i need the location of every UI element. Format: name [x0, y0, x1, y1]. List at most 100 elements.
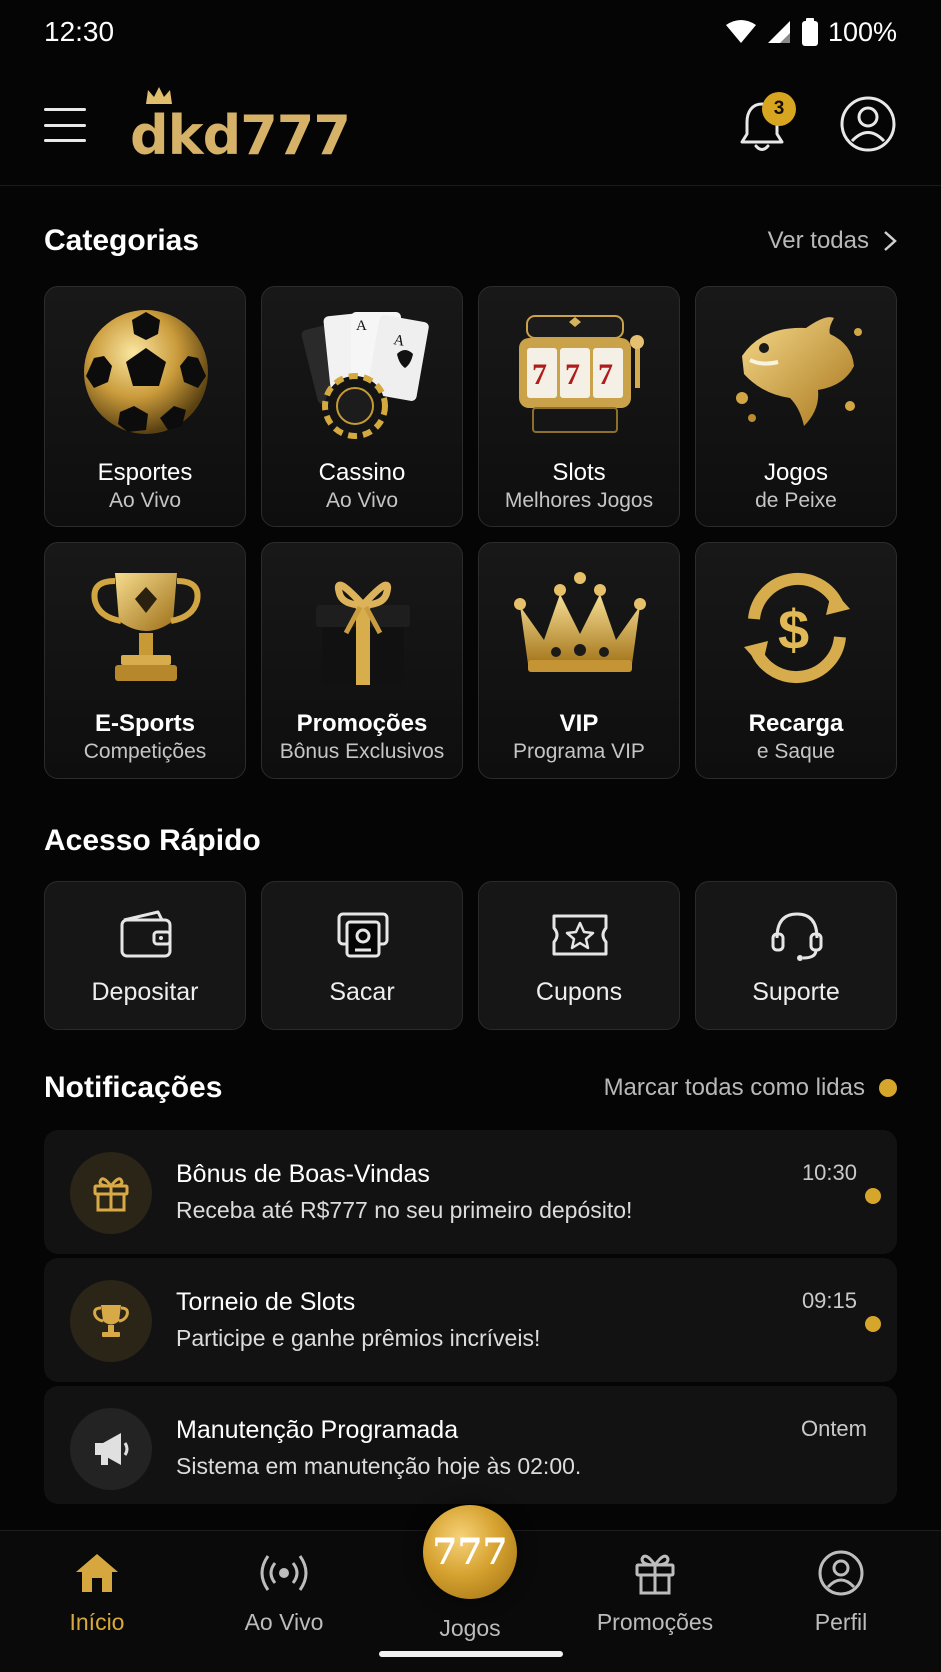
categories-title: Categorias: [44, 224, 200, 257]
notifications-title: Notificações: [44, 1071, 223, 1104]
quick-action-depositar[interactable]: Depositar: [44, 881, 246, 1030]
hamburger-menu-button[interactable]: [44, 108, 86, 142]
nav-label: Promoções: [596, 1609, 714, 1635]
soccer-ball-icon: [45, 297, 245, 447]
category-subtitle: Bônus Exclusivos: [279, 740, 445, 763]
profile-icon[interactable]: [840, 96, 896, 152]
trophy-icon: [45, 553, 245, 703]
home-icon: [22, 1547, 172, 1599]
view-all-link[interactable]: Ver todas: [768, 227, 897, 255]
category-subtitle: Ao Vivo: [109, 489, 181, 512]
wallet-icon: [120, 910, 172, 958]
quick-action-label: Suporte: [752, 978, 840, 1006]
svg-text:7: 7: [565, 358, 580, 391]
signal-icon: [767, 21, 790, 43]
notification-item[interactable]: Torneio de Slots Participe e ganhe prêmi…: [44, 1258, 897, 1382]
quick-action-cupons[interactable]: Cupons: [478, 881, 680, 1030]
notification-title: Manutenção Programada: [176, 1416, 459, 1444]
menu-line: [44, 139, 86, 142]
gift-icon: [580, 1547, 730, 1599]
notification-time: Ontem: [800, 1416, 867, 1441]
category-title: Recarga: [748, 710, 844, 737]
category-card-slots[interactable]: 7 7 7 Slots Melhores Jogos: [478, 286, 680, 527]
golden-fish-icon: [696, 297, 896, 447]
quick-action-sacar[interactable]: Sacar: [261, 881, 463, 1030]
logo-text: dkd777: [130, 104, 351, 167]
category-title: VIP: [559, 710, 599, 737]
category-subtitle: Melhores Jogos: [504, 489, 654, 512]
slot-machine-icon: 7 7 7: [479, 297, 679, 447]
nav-label: Início: [69, 1609, 125, 1635]
category-card-e-sports[interactable]: E-Sports Competições: [44, 542, 246, 779]
categories-grid: Esportes Ao Vivo A A Cassino Ao Vivo 7 7…: [44, 286, 897, 779]
notification-title: Torneio de Slots: [176, 1288, 356, 1316]
live-broadcast-icon: [209, 1547, 359, 1599]
app-header: dkd777 3: [0, 70, 941, 186]
view-all-label: Ver todas: [767, 227, 869, 254]
category-card-esportes[interactable]: Esportes Ao Vivo: [44, 286, 246, 527]
coupon-icon: [552, 914, 608, 956]
category-card-vip[interactable]: VIP Programa VIP: [478, 542, 680, 779]
svg-text:A: A: [356, 318, 367, 334]
crown-icon: [479, 553, 679, 703]
crown-logo-icon: [146, 87, 172, 104]
category-title: E-Sports: [94, 710, 195, 737]
battery-percentage: 100%: [827, 16, 897, 47]
category-title: Cassino: [318, 459, 406, 486]
category-subtitle: Programa VIP: [513, 740, 645, 763]
category-subtitle: Ao Vivo: [326, 489, 398, 512]
dollar-exchange-icon: $: [696, 553, 896, 703]
nav-tab-ao-vivo[interactable]: Ao Vivo: [209, 1547, 359, 1647]
notification-message: Participe e ganhe prêmios incríveis!: [176, 1325, 541, 1351]
category-card-recarga[interactable]: $ Recarga e Saque: [695, 542, 897, 779]
home-indicator[interactable]: [379, 1651, 563, 1657]
nav-tab-promocoes[interactable]: Promoções: [580, 1547, 730, 1647]
nav-tab-inicio[interactable]: Início: [22, 1547, 172, 1647]
headset-icon: [771, 912, 823, 961]
quick-access-title: Acesso Rápido: [44, 824, 261, 857]
megaphone-icon: [70, 1408, 152, 1490]
category-subtitle: Competições: [83, 740, 207, 763]
gift-icon: [70, 1152, 152, 1234]
category-subtitle: e Saque: [756, 740, 836, 763]
notification-item[interactable]: Manutenção Programada Sistema em manuten…: [44, 1386, 897, 1504]
svg-text:7: 7: [598, 358, 613, 391]
battery-icon: [801, 18, 818, 46]
unread-indicator: [865, 1188, 881, 1204]
category-card-jogos-de-peixe[interactable]: Jogos de Peixe: [695, 286, 897, 527]
nav-label: Perfil: [814, 1609, 868, 1635]
nav-tab-jogos-label[interactable]: Jogos: [395, 1615, 545, 1642]
category-title: Esportes: [97, 459, 193, 486]
nav-label: Ao Vivo: [244, 1609, 324, 1635]
center-badge-text: 777: [432, 1531, 508, 1573]
svg-text:7: 7: [532, 358, 547, 391]
mark-all-read-label: Marcar todas como lidas: [603, 1074, 865, 1101]
nav-tab-perfil[interactable]: Perfil: [766, 1547, 916, 1647]
menu-line: [44, 123, 86, 127]
playing-cards-icon: A A: [262, 297, 462, 447]
category-title: Jogos: [763, 459, 829, 486]
777-coin-icon[interactable]: 777: [423, 1505, 517, 1599]
unread-indicator: [865, 1316, 881, 1332]
notification-item[interactable]: Bônus de Boas-Vindas Receba até R$777 no…: [44, 1130, 897, 1254]
cash-withdraw-icon: [337, 912, 389, 958]
trophy-icon: [70, 1280, 152, 1362]
status-icons: 100%: [725, 16, 897, 48]
quick-action-label: Cupons: [535, 978, 623, 1006]
category-title: Slots: [552, 459, 606, 486]
quick-action-label: Depositar: [91, 978, 199, 1006]
notification-time: 10:30: [801, 1160, 857, 1185]
status-bar: 12:30 100%: [0, 0, 941, 64]
mark-all-read-link[interactable]: Marcar todas como lidas: [604, 1074, 897, 1102]
notification-time: 09:15: [801, 1288, 857, 1313]
category-card-cassino[interactable]: A A Cassino Ao Vivo: [261, 286, 463, 527]
notification-message: Receba até R$777 no seu primeiro depósit…: [176, 1197, 633, 1223]
wifi-icon: [725, 20, 756, 43]
notification-badge: 3: [762, 92, 796, 126]
category-card-promocoes[interactable]: Promoções Bônus Exclusivos: [261, 542, 463, 779]
quick-access-grid: Depositar Sacar Cupons Suporte: [44, 881, 897, 1030]
quick-action-suporte[interactable]: Suporte: [695, 881, 897, 1030]
svg-text:$: $: [778, 598, 809, 661]
quick-action-label: Sacar: [329, 978, 395, 1006]
notification-message: Sistema em manutenção hoje às 02:00.: [176, 1453, 582, 1479]
